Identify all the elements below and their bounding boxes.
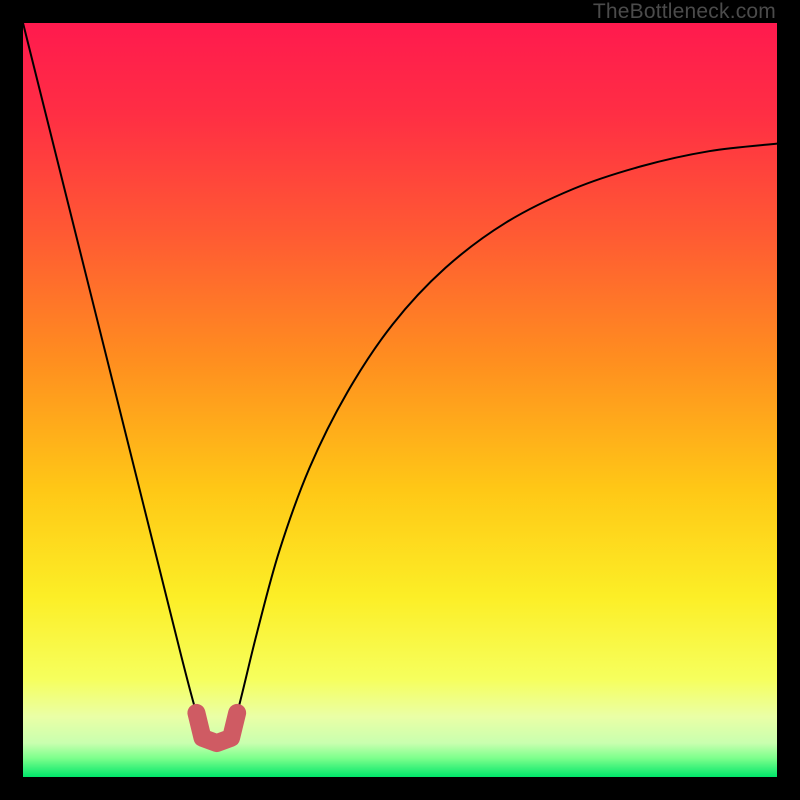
watermark-text: TheBottleneck.com <box>593 0 776 24</box>
chart-frame: TheBottleneck.com <box>0 0 800 800</box>
plot-background <box>23 23 777 777</box>
